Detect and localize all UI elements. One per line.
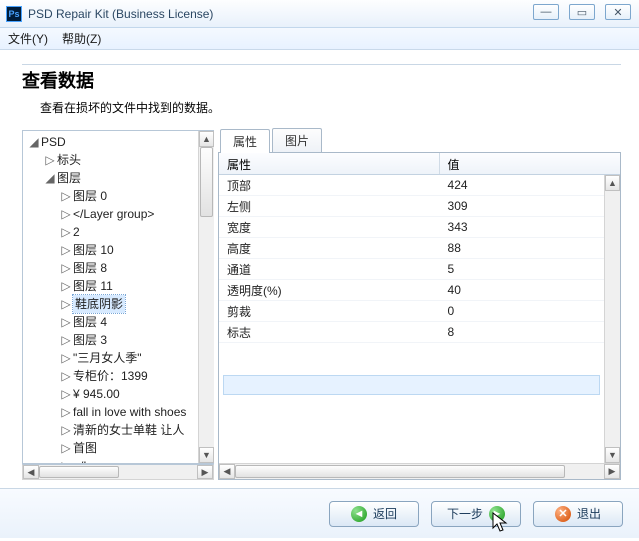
scroll-thumb[interactable] [39,466,119,478]
scroll-right-icon[interactable]: ▶ [197,465,213,479]
tree-item[interactable]: ▷专柜价：1399 [25,367,214,385]
col-name-header[interactable]: 属性 [219,153,440,174]
tree-hscrollbar[interactable]: ◀ ▶ [22,464,214,480]
property-row[interactable]: 顶部424 [219,175,620,196]
exit-button[interactable]: ✕ 退出 [533,501,623,527]
back-button-label: 返回 [373,505,397,522]
tree-item[interactable]: ▷</Layer group> [25,205,214,223]
tree-item[interactable]: ▷"三月女人季" [25,349,214,367]
grid-vscrollbar[interactable]: ▲ ▼ [604,175,620,463]
scroll-down-icon[interactable]: ▼ [605,447,620,463]
scroll-up-icon[interactable]: ▲ [199,131,214,147]
grid-hscrollbar[interactable]: ◀ ▶ [219,463,620,479]
scroll-thumb[interactable] [200,147,213,217]
property-row[interactable]: 剪裁0 [219,301,620,322]
tree-item[interactable]: ▷首图 [25,439,214,457]
tab-properties[interactable]: 属性 [220,129,270,153]
detail-pane: 属性 图片 属性 值 顶部424 左侧309 宽度343 高度88 通道5 透明… [218,130,621,480]
tree-vscrollbar[interactable]: ▲ ▼ [198,131,214,463]
tree-item[interactable]: ▷图层 8 [25,259,214,277]
col-value-header[interactable]: 值 [440,153,620,174]
footer: ◄ 返回 下一步 ► ✕ 退出 [0,488,639,538]
next-button-label: 下一步 [447,505,483,522]
layer-tree[interactable]: ◢PSD ▷标头 ◢图层 ▷图层 0 ▷</Layer group> ▷2 ▷图… [23,131,214,463]
menu-help[interactable]: 帮助(Z) [62,30,101,47]
tree-item[interactable]: ▷清新的女士单鞋 让人 [25,421,214,439]
page-subtitle: 查看在损坏的文件中找到的数据。 [40,99,621,116]
scroll-right-icon[interactable]: ▶ [604,464,620,479]
tree-layers-node[interactable]: ◢图层 [25,169,214,187]
tree-item-selected[interactable]: ▷鞋底阴影 [25,295,214,313]
tree-item[interactable]: ▷</Layer group> [25,457,214,463]
minimize-button[interactable]: — [533,4,559,20]
tree-item[interactable]: ▷2 [25,223,214,241]
property-row[interactable]: 宽度343 [219,217,620,238]
scroll-left-icon[interactable]: ◀ [23,465,39,479]
arrow-left-icon: ◄ [351,506,367,522]
titlebar: Ps PSD Repair Kit (Business License) — ▭… [0,0,639,28]
scroll-left-icon[interactable]: ◀ [219,464,235,479]
tree-item[interactable]: ▷图层 3 [25,331,214,349]
property-header: 属性 值 [219,153,620,175]
tree-item[interactable]: ▷图层 0 [25,187,214,205]
tabs: 属性 图片 [218,130,621,152]
close-icon: ✕ [555,506,571,522]
app-icon: Ps [6,6,22,22]
exit-button-label: 退出 [577,505,601,522]
scroll-down-icon[interactable]: ▼ [199,447,214,463]
menu-file[interactable]: 文件(Y) [8,30,48,47]
page-title: 查看数据 [22,67,621,93]
tree-header-node[interactable]: ▷标头 [25,151,214,169]
property-row[interactable]: 高度88 [219,238,620,259]
property-grid: 属性 值 顶部424 左侧309 宽度343 高度88 通道5 透明度(%)40… [218,152,621,480]
back-button[interactable]: ◄ 返回 [329,501,419,527]
tree-item[interactable]: ▷fall in love with shoes [25,403,214,421]
close-button[interactable]: ✕ [605,4,631,20]
property-selection [223,375,600,395]
property-row[interactable]: 标志8 [219,322,620,343]
window-title: PSD Repair Kit (Business License) [28,7,213,21]
menubar: 文件(Y) 帮助(Z) [0,28,639,50]
tree-pane: ◢PSD ▷标头 ◢图层 ▷图层 0 ▷</Layer group> ▷2 ▷图… [22,130,214,480]
property-row[interactable]: 透明度(%)40 [219,280,620,301]
property-row[interactable]: 通道5 [219,259,620,280]
tree-item[interactable]: ▷¥ 945.00 [25,385,214,403]
tab-image[interactable]: 图片 [272,128,322,152]
tree-root[interactable]: ◢PSD [25,133,214,151]
next-button[interactable]: 下一步 ► [431,501,521,527]
maximize-button[interactable]: ▭ [569,4,595,20]
scroll-up-icon[interactable]: ▲ [605,175,620,191]
property-row[interactable]: 左侧309 [219,196,620,217]
arrow-right-icon: ► [489,506,505,522]
tree-item[interactable]: ▷图层 10 [25,241,214,259]
scroll-thumb[interactable] [235,465,565,478]
tree-item[interactable]: ▷图层 4 [25,313,214,331]
tree-item[interactable]: ▷图层 11 [25,277,214,295]
